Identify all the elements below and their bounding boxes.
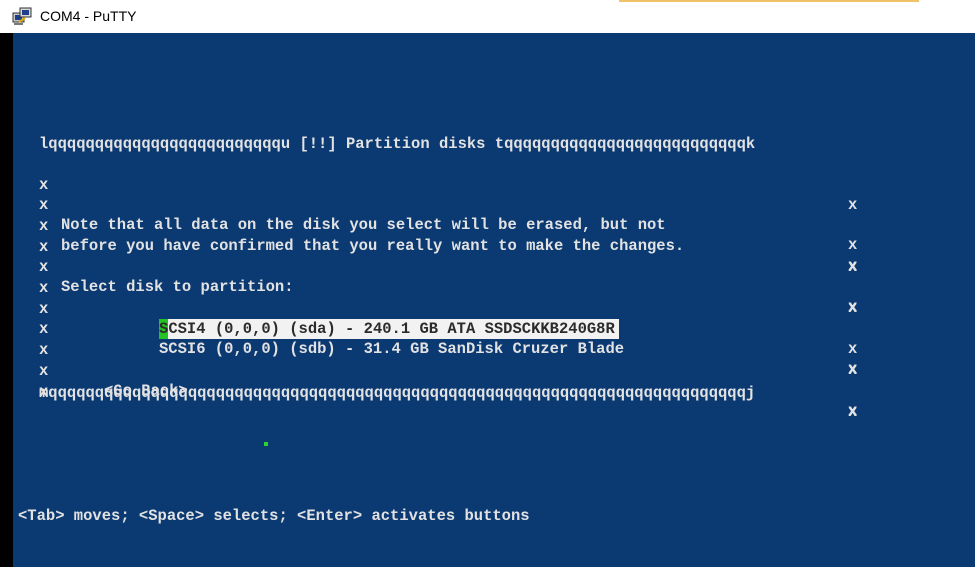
- dialog-row: x SCSI6 (0,0,0) (sdb) - 31.4 GB SanDisk …: [13, 299, 975, 378]
- putty-app-icon[interactable]: [12, 7, 32, 27]
- stray-green-pixel: [264, 442, 268, 446]
- window-left-edge: [0, 33, 13, 567]
- dialog-row: x before you have confirmed that you rea…: [13, 196, 975, 275]
- dialog-row: x Note that all data on the disk you sel…: [13, 175, 975, 254]
- terminal-screen[interactable]: lqqqqqqqqqqqqqqqqqqqqqqqqqu [!!] Partiti…: [13, 33, 975, 567]
- dialog-bottom-border: mqqqqqqqqqqqqqqqqqqqqqqqqqqqqqqqqqqqqqqq…: [39, 384, 756, 402]
- dialog-row: x x: [13, 258, 975, 317]
- dialog-row: x <Go Back> x: [13, 341, 975, 420]
- dialog-right-border: x: [848, 403, 858, 421]
- dialog-row: x Select disk to partition: x: [13, 237, 975, 316]
- dialog-row: x x: [13, 362, 975, 421]
- dialog-row: x x: [13, 155, 975, 214]
- dialog-row: x x: [13, 217, 975, 276]
- dialog-row: x x: [13, 320, 975, 379]
- window-title: COM4 - PuTTY: [40, 8, 137, 24]
- putty-window: COM4 - PuTTY lqqqqqqqqqqqqqqqqqqqqqqqqqu…: [0, 0, 975, 567]
- title-accent-strip: [619, 0, 919, 2]
- dialog-row: x SCSI4 (0,0,0) (sda) - 240.1 GB ATA SSD…: [13, 279, 975, 358]
- title-bar[interactable]: COM4 - PuTTY: [0, 0, 975, 33]
- dialog-top-border: lqqqqqqqqqqqqqqqqqqqqqqqqqu [!!] Partiti…: [39, 135, 756, 153]
- keyboard-help-line: <Tab> moves; <Space> selects; <Enter> ac…: [18, 507, 530, 525]
